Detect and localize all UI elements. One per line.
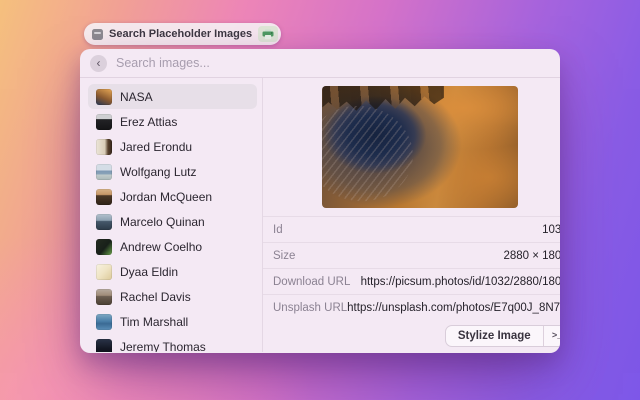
list-item[interactable]: Jordan McQueen <box>88 184 257 209</box>
list-item[interactable]: Wolfgang Lutz <box>88 159 257 184</box>
list-item[interactable]: Andrew Coelho <box>88 234 257 259</box>
metadata-label: Id <box>273 224 283 236</box>
photo-thumbnail <box>96 264 112 280</box>
metadata-table: Id 1032 Size 2880 × 1800 Download URL ht… <box>263 216 560 320</box>
photo-thumbnail <box>96 239 112 255</box>
photo-thumbnail <box>96 164 112 180</box>
list-item-label: Marcelo Quinan <box>120 215 205 229</box>
metadata-value: 1032 <box>542 224 560 236</box>
metadata-value: https://unsplash.com/photos/E7q00J_8N7A <box>347 302 560 314</box>
list-item-label: Rachel Davis <box>120 290 191 304</box>
action-bar: Stylize Image >_ <box>445 325 560 347</box>
window-content: NASA Erez Attias Jared Erondu Wolfgang L… <box>80 78 560 352</box>
terminal-prompt-icon[interactable]: >_ <box>544 326 560 346</box>
list-item[interactable]: Rachel Davis <box>88 284 257 309</box>
printer-badge <box>258 26 278 42</box>
stylize-image-button[interactable]: Stylize Image <box>446 326 543 346</box>
list-item-label: Jeremy Thomas <box>120 340 206 353</box>
command-pill[interactable]: Search Placeholder Images <box>84 23 281 45</box>
list-item[interactable]: Tim Marshall <box>88 309 257 334</box>
mars-crater-photo <box>322 86 518 208</box>
list-item[interactable]: Marcelo Quinan <box>88 209 257 234</box>
list-item-label: Jared Erondu <box>120 140 192 154</box>
metadata-value: https://picsum.photos/id/1032/2880/1800 <box>361 276 560 288</box>
sidebar-list: NASA Erez Attias Jared Erondu Wolfgang L… <box>80 78 262 352</box>
list-item-label: Dyaa Eldin <box>120 265 178 279</box>
printer-icon <box>262 29 274 40</box>
photo-thumbnail <box>96 114 112 130</box>
chevron-left-icon: ‹ <box>97 56 101 71</box>
command-pill-label: Search Placeholder Images <box>109 28 252 40</box>
preview-image-wrap <box>263 78 560 208</box>
list-item[interactable]: NASA <box>88 84 257 109</box>
list-item-label: Tim Marshall <box>120 315 188 329</box>
metadata-value: 2880 × 1800 <box>503 250 560 262</box>
detail-panel: Id 1032 Size 2880 × 1800 Download URL ht… <box>262 78 560 352</box>
metadata-label: Download URL <box>273 276 350 288</box>
list-item-label: NASA <box>120 90 153 104</box>
app-window-icon <box>92 29 103 40</box>
metadata-row: Size 2880 × 1800 <box>263 242 560 268</box>
list-item[interactable]: Dyaa Eldin <box>88 259 257 284</box>
list-item[interactable]: Jared Erondu <box>88 134 257 159</box>
photo-thumbnail <box>96 314 112 330</box>
list-item-label: Jordan McQueen <box>120 190 212 204</box>
list-item-label: Andrew Coelho <box>120 240 202 254</box>
photo-thumbnail <box>96 289 112 305</box>
metadata-row: Download URL https://picsum.photos/id/10… <box>263 268 560 294</box>
photo-thumbnail <box>96 139 112 155</box>
list-item-label: Erez Attias <box>120 115 177 129</box>
back-button[interactable]: ‹ <box>90 55 107 72</box>
photo-thumbnail <box>96 214 112 230</box>
raycast-window: ‹ Search images... NASA Erez Attias Jare… <box>80 49 560 353</box>
metadata-label: Unsplash URL <box>273 302 347 314</box>
search-input[interactable]: Search images... <box>116 56 210 70</box>
photo-thumbnail <box>96 189 112 205</box>
list-item[interactable]: Erez Attias <box>88 109 257 134</box>
list-item-label: Wolfgang Lutz <box>120 165 197 179</box>
crater-photo-thumbnail <box>96 89 112 105</box>
photo-thumbnail <box>96 339 112 353</box>
metadata-row: Id 1032 <box>263 216 560 242</box>
list-item[interactable]: Jeremy Thomas <box>88 334 257 352</box>
metadata-label: Size <box>273 250 295 262</box>
search-bar: ‹ Search images... <box>80 49 560 78</box>
metadata-row: Unsplash URL https://unsplash.com/photos… <box>263 294 560 320</box>
